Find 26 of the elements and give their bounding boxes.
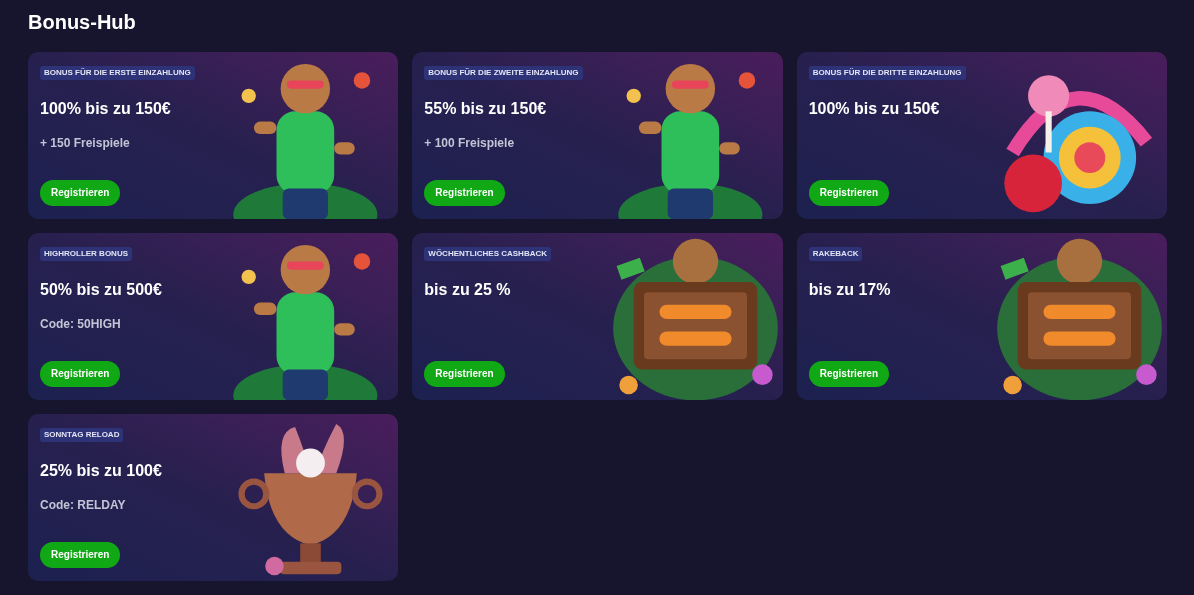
bonus-detail: + 100 Freispiele xyxy=(424,135,515,151)
register-button[interactable]: Registrieren xyxy=(424,180,505,206)
bonus-tag: RAKEBACK xyxy=(808,247,863,261)
bonus-tag: WÖCHENTLICHES CASHBACK xyxy=(424,247,551,261)
bonus-headline: bis zu 25 % xyxy=(424,280,511,300)
bonus-headline: 25% bis zu 100€ xyxy=(40,461,162,481)
register-button[interactable]: Registrieren xyxy=(40,542,121,568)
bonus-detail: Code: RELDAY xyxy=(40,497,126,513)
register-button[interactable]: Registrieren xyxy=(424,361,505,387)
bonus-headline: 100% bis zu 150€ xyxy=(40,99,171,119)
bonus-tag: BONUS FÜR DIE ERSTE EINZAHLUNG xyxy=(40,66,195,80)
page-title: Bonus-Hub xyxy=(28,10,137,35)
bonus-headline: 50% bis zu 500€ xyxy=(40,280,162,300)
register-button[interactable]: Registrieren xyxy=(808,361,889,387)
bonus-tag: HIGHROLLER BONUS xyxy=(40,247,132,261)
bonus-tag: SONNTAG RELOAD xyxy=(40,428,124,442)
bonus-detail: Code: 50HIGH xyxy=(40,316,121,332)
bonus-headline: bis zu 17% xyxy=(808,280,891,300)
register-button[interactable]: Registrieren xyxy=(40,180,121,206)
register-button[interactable]: Registrieren xyxy=(808,180,889,206)
bonus-tag: BONUS FÜR DIE ZWEITE EINZAHLUNG xyxy=(424,66,583,80)
bonus-detail: + 150 Freispiele xyxy=(40,135,130,151)
register-button[interactable]: Registrieren xyxy=(40,361,121,387)
bonus-tag: BONUS FÜR DIE DRITTE EINZAHLUNG xyxy=(808,66,966,80)
bonus-headline: 55% bis zu 150€ xyxy=(424,99,547,119)
bonus-headline: 100% bis zu 150€ xyxy=(808,99,940,119)
